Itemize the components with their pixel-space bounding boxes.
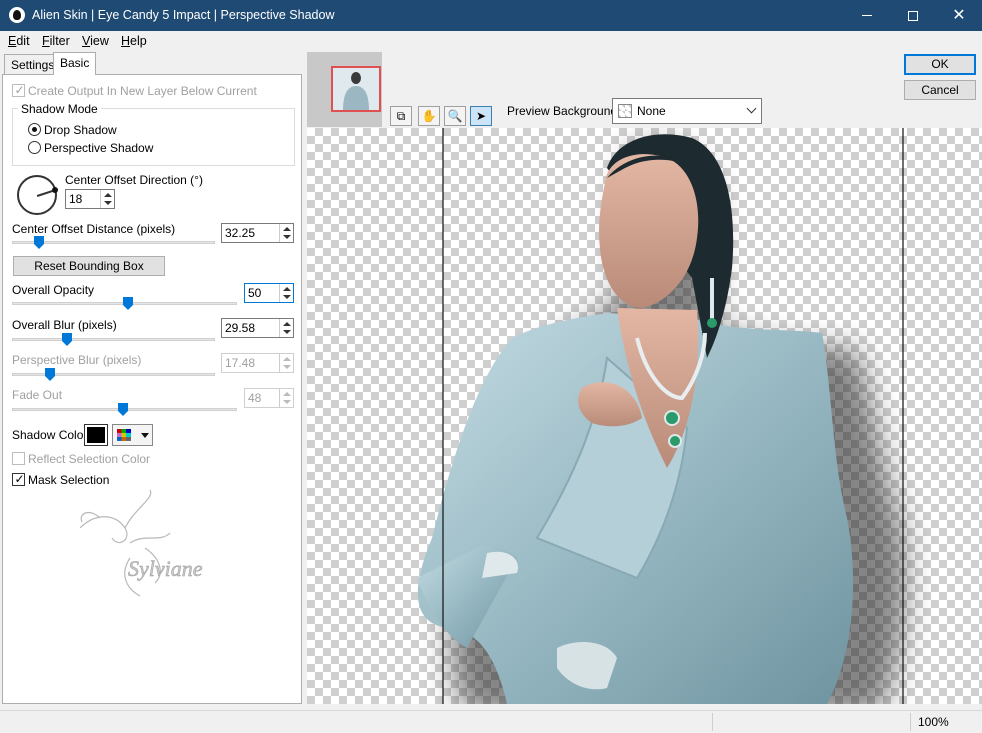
dial-knob (52, 187, 58, 193)
spin-arrows-icon[interactable] (279, 354, 293, 372)
drop-shadow-label: Drop Shadow (44, 123, 117, 137)
drop-shadow-radio[interactable] (28, 123, 41, 136)
shadow-color-swatch[interactable] (84, 424, 108, 446)
overall-blur-track[interactable] (12, 338, 215, 341)
minimize-button[interactable] (844, 0, 890, 31)
mask-selection-label: Mask Selection (28, 473, 110, 487)
window-title: Alien Skin | Eye Candy 5 Impact | Perspe… (32, 8, 335, 22)
status-separator (910, 713, 911, 731)
watermark-text: Sylviane (128, 556, 203, 581)
spin-arrows-icon[interactable] (279, 389, 293, 407)
menu-filter[interactable]: Filter (42, 34, 70, 48)
menu-view[interactable]: View (82, 34, 109, 48)
shadow-mode-group (12, 108, 295, 166)
spin-arrows-icon[interactable] (100, 190, 114, 208)
status-bar: 100% (0, 710, 982, 733)
transparent-chip-icon (618, 104, 632, 118)
maximize-icon (908, 10, 918, 21)
chevron-down-icon (746, 103, 757, 114)
center-offset-direction-label: Center Offset Direction (°) (65, 173, 203, 187)
menu-bar: Edit Filter View Help (0, 31, 982, 51)
compare-icon: ⧉ (396, 109, 406, 123)
shadow-mode-label: Shadow Mode (18, 102, 101, 116)
spin-arrows-icon[interactable] (279, 224, 293, 242)
navigator-viewport[interactable] (331, 66, 381, 112)
close-icon: ✕ (952, 7, 966, 24)
perspective-shadow-radio[interactable] (28, 141, 41, 154)
create-output-checkbox[interactable]: ✓ (12, 83, 25, 97)
perspective-shadow-label: Perspective Shadow (44, 141, 154, 155)
spin-arrows-icon[interactable] (279, 284, 293, 302)
spin-arrows-icon[interactable] (279, 319, 293, 337)
zoom-button[interactable]: 🔍 (444, 106, 466, 126)
status-separator (712, 713, 713, 731)
dropdown-arrow-icon (141, 433, 149, 438)
menu-edit[interactable]: Edit (8, 34, 30, 48)
perspective-blur-label: Perspective Blur (pixels) (12, 353, 142, 367)
menu-help[interactable]: Help (121, 34, 147, 48)
mask-selection-checkbox[interactable]: ✓ (12, 472, 25, 486)
fade-out-label: Fade Out (12, 388, 63, 402)
center-offset-direction-input[interactable]: 18 (65, 189, 115, 209)
compare-button[interactable]: ⧉ (390, 106, 412, 126)
overall-opacity-input[interactable]: 50 (244, 283, 294, 303)
palette-icon (117, 429, 131, 441)
check-icon: ✓ (14, 83, 25, 97)
fade-out-input[interactable]: 48 (244, 388, 294, 408)
zoom-level: 100% (918, 715, 949, 729)
ok-button[interactable]: OK (904, 54, 976, 75)
overall-opacity-label: Overall Opacity (12, 283, 95, 297)
preview-image (417, 128, 906, 704)
alien-skin-icon (9, 7, 25, 23)
tab-basic[interactable]: Basic (53, 52, 97, 75)
overall-blur-input[interactable]: 29.58 (221, 318, 294, 338)
cancel-button[interactable]: Cancel (904, 80, 976, 100)
title-bar: Alien Skin | Eye Candy 5 Impact | Perspe… (0, 0, 982, 31)
shadow-color-label: Shadow Color (12, 428, 88, 442)
check-icon: ✓ (14, 472, 25, 486)
shadow-color-fill (87, 427, 105, 443)
thumbnail-image (343, 72, 369, 110)
close-button[interactable]: ✕ (936, 0, 982, 31)
maximize-button[interactable] (890, 0, 936, 31)
arrow-icon: ➤ (475, 109, 487, 123)
direction-dial[interactable] (17, 175, 58, 215)
center-offset-distance-input[interactable]: 32.25 (221, 223, 294, 243)
arrow-button[interactable]: ➤ (470, 106, 492, 126)
color-palette-button[interactable] (112, 424, 153, 446)
reset-bounding-box-button[interactable]: Reset Bounding Box (13, 256, 165, 276)
overall-blur-label: Overall Blur (pixels) (12, 318, 117, 332)
reflect-selection-color-checkbox[interactable] (12, 452, 25, 465)
preview-background-value: None (637, 104, 666, 118)
perspective-blur-input[interactable]: 17.48 (221, 353, 294, 373)
reflect-selection-color-label: Reflect Selection Color (28, 452, 151, 466)
hand-button[interactable]: ✋ (418, 106, 440, 126)
perspective-blur-track[interactable] (12, 373, 215, 376)
preview-background-select[interactable]: None (612, 98, 762, 124)
watermark-logo: Sylviane (79, 489, 203, 597)
zoom-icon: 🔍 (447, 109, 463, 123)
preview-canvas[interactable] (307, 128, 982, 704)
minimize-icon (862, 15, 872, 17)
create-output-label: Create Output In New Layer Below Current (28, 84, 257, 98)
center-offset-distance-label: Center Offset Distance (pixels) (12, 222, 176, 236)
hand-icon: ✋ (421, 109, 437, 123)
navigator-thumbnail[interactable] (307, 52, 382, 127)
preview-background-label: Preview Background: (507, 104, 621, 118)
